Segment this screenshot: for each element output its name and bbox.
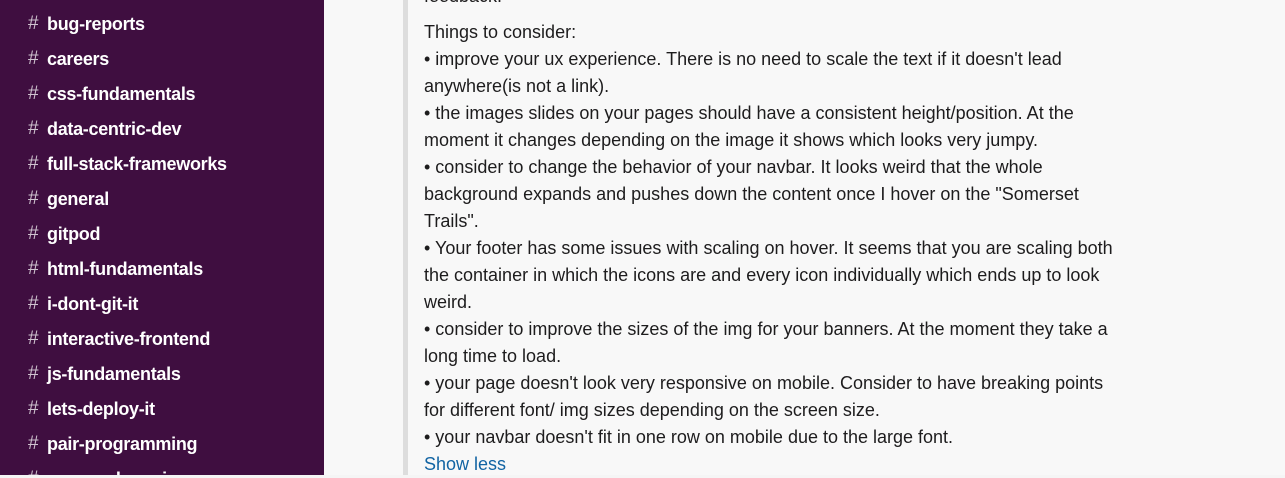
channel-pair-programming[interactable]: # pair-programming — [28, 430, 318, 458]
show-less-link[interactable]: Show less — [424, 451, 506, 478]
hash-icon: # — [28, 293, 39, 314]
message-line: • consider to change the behavior of you… — [424, 157, 1043, 177]
message-line: anywhere(is not a link). — [424, 76, 610, 96]
hash-icon: # — [28, 258, 39, 279]
message-line: the container in which the icons are and… — [424, 265, 1100, 285]
channel-label: full-stack-frameworks — [47, 153, 227, 174]
message-line: • your page doesn't look very responsive… — [424, 373, 1104, 393]
channel-label: bug-reports — [47, 13, 145, 34]
channel-label: interactive-frontend — [47, 328, 211, 349]
message-line: Trails". — [424, 211, 479, 231]
message-line: • improve your ux experience. There is n… — [424, 49, 1062, 69]
channel-i-dont-git-it[interactable]: # i-dont-git-it — [28, 290, 318, 318]
channel-label: pair-programming — [47, 433, 198, 454]
hash-icon: # — [28, 398, 39, 419]
hash-icon: # — [28, 48, 39, 69]
channel-label: general — [47, 188, 109, 209]
channel-html-fundamentals[interactable]: # html-fundamentals — [28, 255, 318, 283]
hash-icon: # — [28, 433, 39, 454]
channel-data-centric-dev[interactable]: # data-centric-dev — [28, 115, 318, 143]
quote-bar — [403, 0, 408, 475]
channel-label: i-dont-git-it — [47, 293, 139, 314]
message-line: weird. — [424, 292, 473, 312]
channel-label: careers — [47, 48, 109, 69]
hash-icon: # — [28, 223, 39, 244]
channel-label: peer-code-review — [47, 469, 191, 476]
channel-gitpod[interactable]: # gitpod — [28, 220, 318, 248]
channel-bug-reports[interactable]: # bug-reports — [28, 10, 318, 38]
message-line: feedback. — [424, 0, 502, 10]
channel-sidebar: # bug-reports # careers # css-fundamentals … — [0, 0, 324, 475]
hash-icon: # — [28, 13, 39, 34]
channel-label: html-fundamentals — [47, 258, 203, 279]
channel-label: gitpod — [47, 223, 101, 244]
channel-label: lets-deploy-it — [47, 398, 155, 419]
channel-peer-code-review[interactable]: #peer-code-review — [28, 465, 318, 475]
channel-full-stack-frameworks[interactable]: # full-stack-frameworks — [28, 150, 318, 178]
channel-label: data-centric-dev — [47, 118, 182, 139]
message-line: • the images slides on your pages should… — [424, 103, 1074, 123]
message-line: • consider to improve the sizes of the i… — [424, 319, 1108, 339]
channel-css-fundamentals[interactable]: # css-fundamentals — [28, 80, 318, 108]
hash-icon: # — [28, 328, 39, 349]
message-line: background expands and pushes down the c… — [424, 184, 1079, 204]
message-line: • your navbar doesn't fit in one row on … — [424, 427, 954, 447]
message-line: for different font/ img sizes depending … — [424, 400, 880, 420]
channel-general[interactable]: # general — [28, 185, 318, 213]
message-line: moment it changes depending on the image… — [424, 130, 1038, 150]
hash-icon: # — [28, 363, 39, 384]
hash-icon: # — [28, 153, 39, 174]
message-line: long time to load. — [424, 346, 562, 366]
channel-js-fundamentals[interactable]: # js-fundamentals — [28, 360, 318, 388]
channel-careers[interactable]: # careers — [28, 45, 318, 73]
message-body: feedback. Things to consider: • improve … — [424, 0, 1264, 475]
hash-icon: # — [28, 188, 39, 209]
channel-lets-deploy-it[interactable]: # lets-deploy-it — [28, 395, 318, 423]
hash-icon: # — [28, 118, 39, 139]
message-line: Things to consider: — [424, 22, 577, 42]
channel-interactive-frontend[interactable]: # interactive-frontend — [28, 325, 318, 353]
message-line: • Your footer has some issues with scali… — [424, 238, 1113, 258]
channel-label: js-fundamentals — [47, 363, 181, 384]
hash-icon: # — [28, 468, 47, 475]
hash-icon: # — [28, 83, 39, 104]
channel-label: css-fundamentals — [47, 83, 196, 104]
